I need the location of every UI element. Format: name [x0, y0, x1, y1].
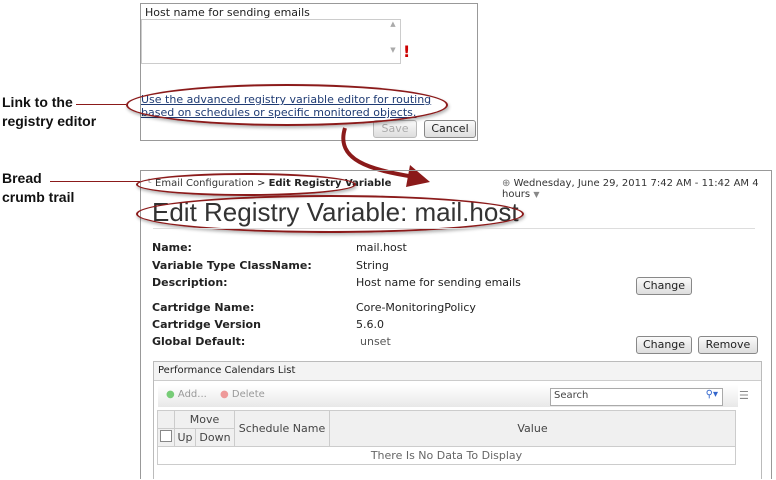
time-range-selector[interactable]: ⊕ Wednesday, June 29, 2011 7:42 AM - 11:…: [502, 178, 776, 200]
column-options-icon[interactable]: ☰: [739, 389, 749, 402]
annotation-text: registry editor: [2, 113, 97, 129]
search-input[interactable]: Search ⚲▾: [550, 388, 723, 406]
select-all-checkbox[interactable]: [157, 428, 175, 447]
header-value[interactable]: Value: [329, 410, 736, 447]
search-icon[interactable]: ⚲▾: [706, 389, 718, 400]
delete-icon: ●: [220, 389, 229, 400]
field-value: 5.6.0: [356, 318, 384, 331]
chevron-down-icon[interactable]: ▼: [533, 190, 539, 199]
description-textarea[interactable]: ▲ ▼: [141, 19, 401, 64]
change-description-button[interactable]: Change: [636, 277, 692, 295]
header-up: Up: [174, 428, 196, 447]
field-value: Host name for sending emails: [356, 276, 521, 289]
header-spacer: [157, 410, 175, 429]
field-label: Description:: [152, 276, 228, 289]
delete-label: Delete: [231, 389, 265, 400]
add-button[interactable]: ● Add...: [166, 389, 207, 400]
field-value: Core-MonitoringPolicy: [356, 301, 476, 314]
time-icon: ⊕: [502, 178, 511, 189]
textarea-scrollbar[interactable]: ▲ ▼: [386, 20, 400, 63]
annotation-text: crumb trail: [2, 189, 75, 205]
header-move: Move: [174, 410, 235, 429]
add-label: Add...: [177, 389, 207, 400]
textarea-label: Host name for sending emails: [145, 6, 310, 19]
add-icon: ●: [166, 389, 175, 400]
performance-calendars-panel: Performance Calendars List ● Add... ● De…: [153, 361, 762, 479]
field-label: Cartridge Version: [152, 318, 261, 331]
field-value: String: [356, 259, 389, 272]
highlight-ellipse: [136, 173, 356, 196]
remove-button[interactable]: Remove: [698, 336, 758, 354]
annotation-text: Link to the: [2, 94, 73, 110]
change-default-button[interactable]: Change: [636, 336, 692, 354]
time-range-text: Wednesday, June 29, 2011 7:42 AM - 11:42…: [502, 178, 759, 200]
empty-message: There Is No Data To Display: [157, 446, 736, 465]
annotation-link: Link to the registry editor: [2, 93, 96, 131]
header-schedule-name[interactable]: Schedule Name: [234, 410, 330, 447]
delete-button[interactable]: ● Delete: [220, 389, 265, 400]
calendars-table: Move Schedule Name Value Up Down There Is N…: [157, 410, 736, 465]
search-placeholder: Search: [554, 390, 589, 401]
annotation-text: Bread: [2, 170, 42, 186]
annotation-line: [76, 104, 126, 105]
panel-title: Performance Calendars List: [154, 362, 761, 381]
divider: [153, 228, 755, 229]
field-value: mail.host: [356, 241, 407, 254]
field-label: Name:: [152, 241, 192, 254]
required-icon: !: [403, 42, 411, 61]
field-label: Variable Type ClassName:: [152, 259, 312, 272]
field-label: Global Default:: [152, 335, 246, 348]
highlight-ellipse: [126, 84, 448, 126]
header-down: Down: [195, 428, 235, 447]
field-value: unset: [360, 335, 391, 348]
annotation-line: [50, 181, 140, 182]
annotation-breadcrumb: Bread crumb trail: [2, 169, 74, 207]
field-label: Cartridge Name:: [152, 301, 255, 314]
